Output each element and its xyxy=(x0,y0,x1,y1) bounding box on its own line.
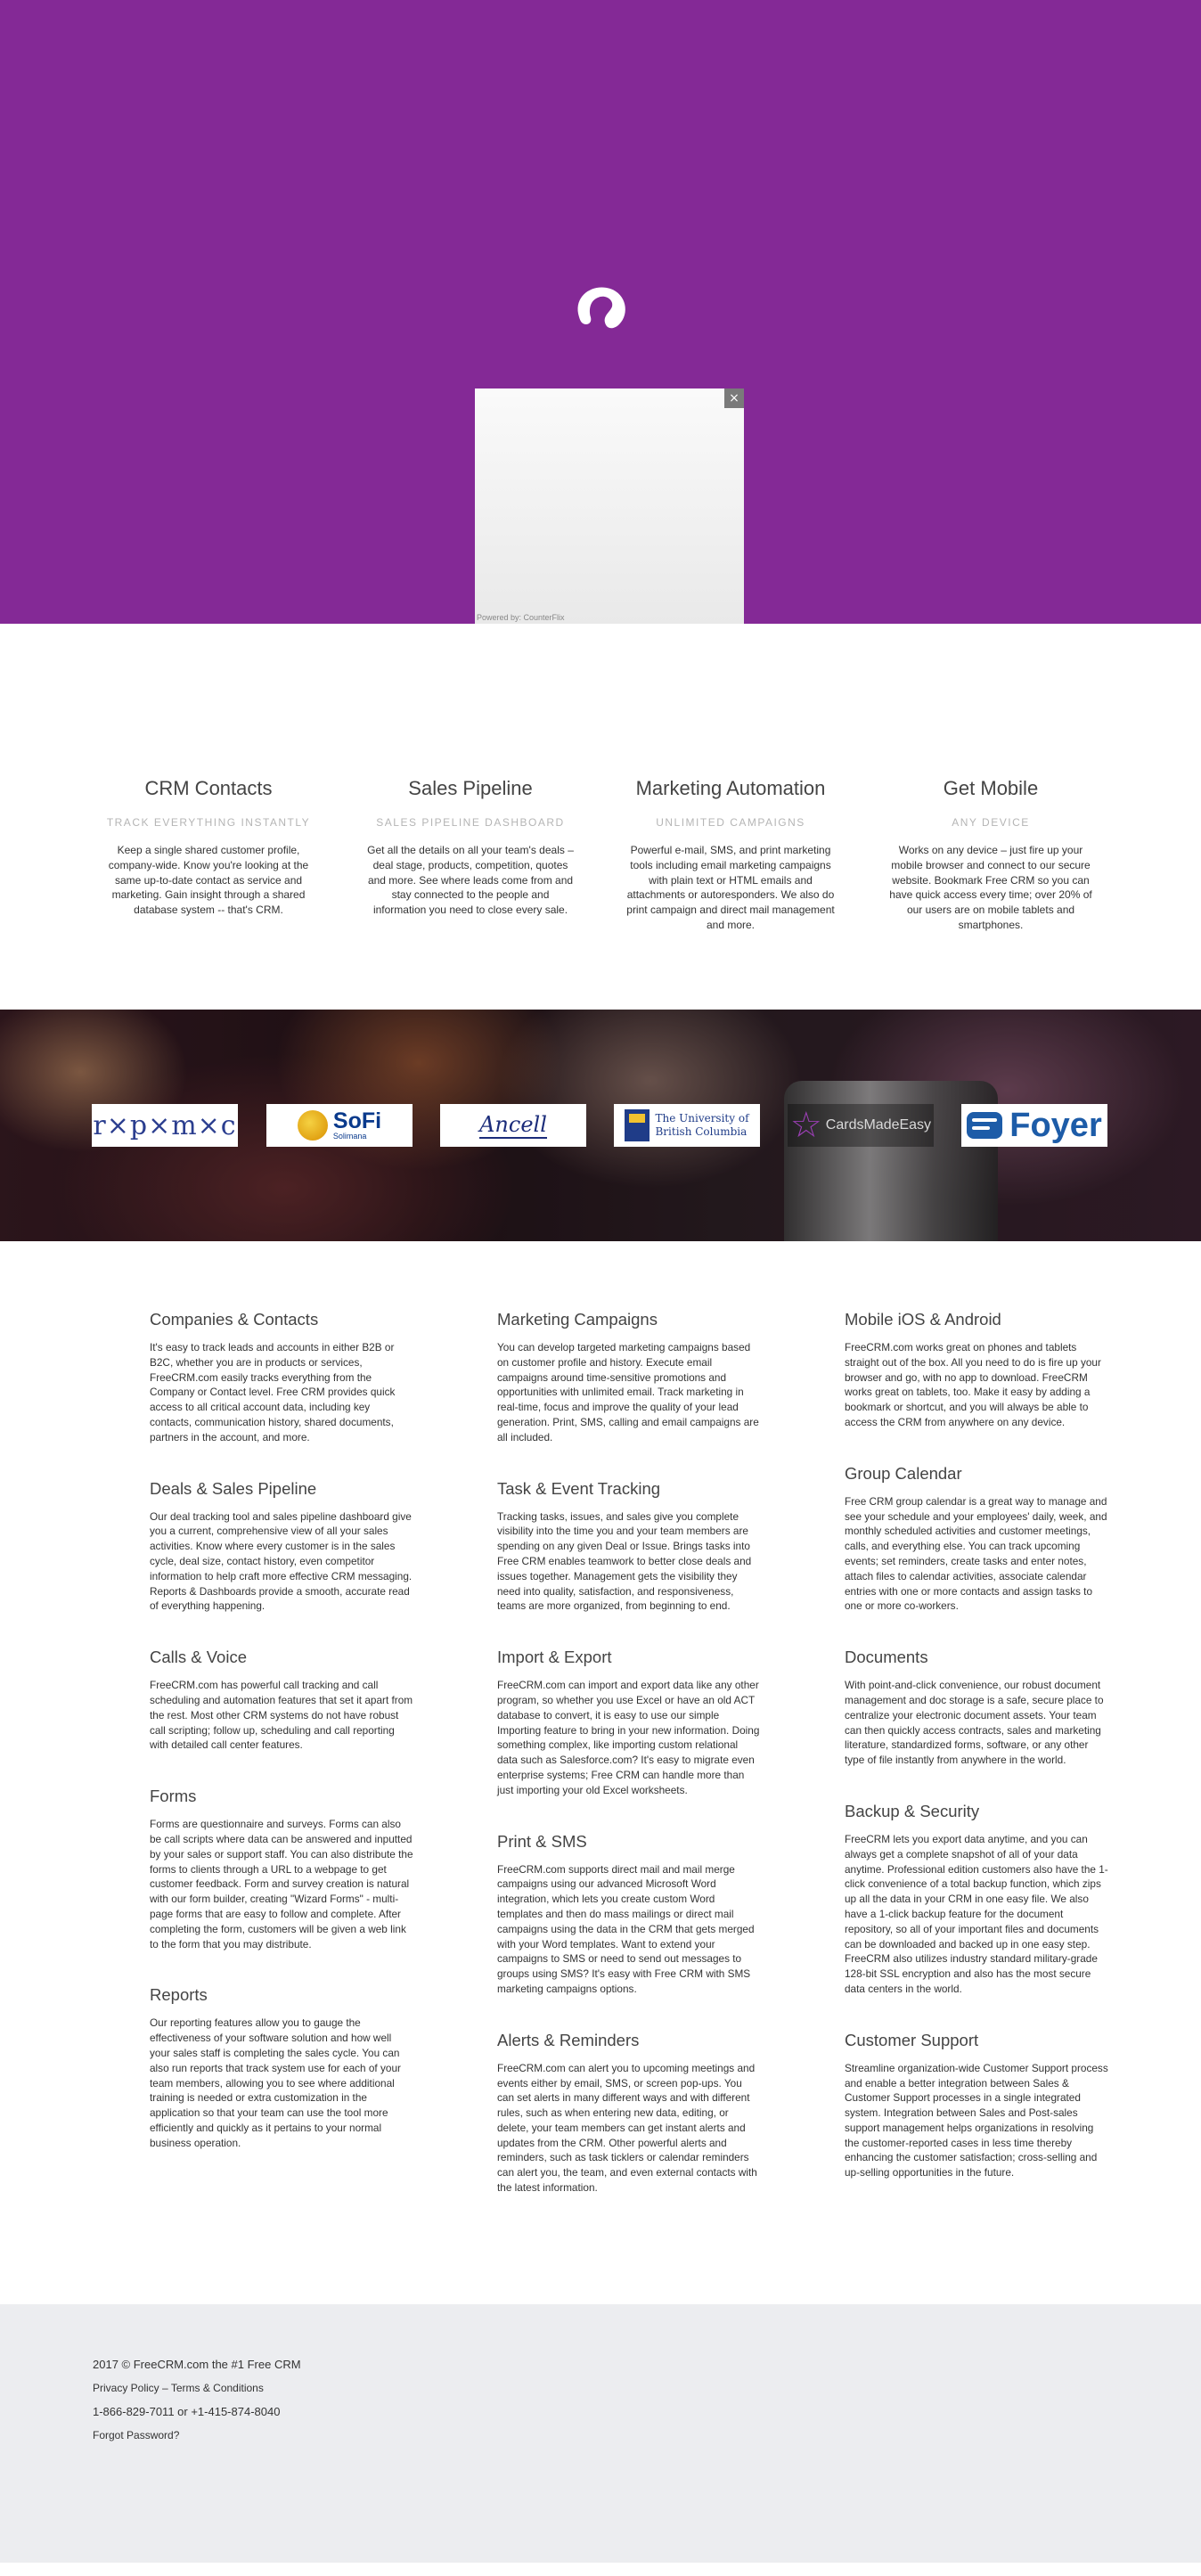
rpmc-wordmark: r×p×m×c xyxy=(93,1109,237,1141)
detail-text: FreeCRM.com has powerful call tracking a… xyxy=(150,1679,413,1752)
detail-text: It's easy to track leads and accounts in… xyxy=(150,1341,396,1443)
detail-text: FreeCRM.com can import and export data l… xyxy=(497,1679,760,1796)
popup-powered-by: Powered by: CounterFlix xyxy=(477,613,565,622)
ubc-crest-icon xyxy=(625,1109,650,1141)
detail-documents: Documents With point-and-click convenien… xyxy=(845,1646,1108,1768)
privacy-policy-link[interactable]: Privacy Policy xyxy=(93,2382,159,2394)
detail-text: Our reporting features allow you to gaug… xyxy=(150,2016,401,2149)
detail-title: Print & SMS xyxy=(497,1831,587,1851)
detail-text: FreeCRM.com works great on phones and ta… xyxy=(845,1341,1101,1428)
detail-import-export: Import & Export FreeCRM.com can import a… xyxy=(497,1646,761,1797)
feature-subtitle: UNLIMITED CAMPAIGNS xyxy=(656,816,805,829)
ubc-line-2: British Columbia xyxy=(655,1125,748,1138)
detail-group-calendar: Group Calendar Free CRM group calendar i… xyxy=(845,1462,1108,1614)
feature-subtitle: ANY DEVICE xyxy=(952,816,1030,829)
feature-text: Powerful e-mail, SMS, and print marketin… xyxy=(626,844,835,931)
feature-text: Works on any device – just fire up your … xyxy=(889,844,1092,931)
footer-legal-links: Privacy Policy – Terms & Conditions xyxy=(93,2382,264,2394)
details-column-1: Companies & Contacts It's easy to track … xyxy=(150,1308,413,2182)
detail-print-sms: Print & SMS FreeCRM.com supports direct … xyxy=(497,1830,761,1997)
client-logo-rpmc: r×p×m×c xyxy=(92,1104,238,1147)
detail-title: Group Calendar xyxy=(845,1463,962,1483)
detail-text: Streamline organization-wide Customer Su… xyxy=(845,2061,1108,2179)
detail-text: FreeCRM lets you export data anytime, an… xyxy=(845,1832,1108,1995)
feature-subtitle: TRACK EVERYTHING INSTANTLY xyxy=(106,816,311,829)
detail-alerts-reminders: Alerts & Reminders FreeCRM.com can alert… xyxy=(497,2029,761,2196)
footer-copyright: 2017 © FreeCRM.com the #1 Free CRM xyxy=(93,2358,301,2371)
detail-marketing-campaigns: Marketing Campaigns You can develop targ… xyxy=(497,1308,761,1445)
detail-deals-pipeline: Deals & Sales Pipeline Our deal tracking… xyxy=(150,1477,413,1615)
sofi-text: SoFi Solimana xyxy=(333,1110,381,1141)
detail-title: Task & Event Tracking xyxy=(497,1478,661,1498)
detail-text: With point-and-click convenience, our ro… xyxy=(845,1679,1104,1767)
ancell-wordmark: Ancell xyxy=(479,1112,547,1139)
detail-title: Marketing Campaigns xyxy=(497,1310,658,1329)
foyer-mark-icon xyxy=(967,1112,1003,1139)
feature-text: Keep a single shared customer profile, c… xyxy=(108,844,309,917)
detail-title: Companies & Contacts xyxy=(150,1310,319,1329)
feature-sales-pipeline: Sales Pipeline SALES PIPELINE DASHBOARD … xyxy=(359,775,582,918)
detail-text: Tracking tasks, issues, and sales give y… xyxy=(497,1509,752,1613)
detail-title: Alerts & Reminders xyxy=(497,2030,640,2049)
cards-wordmark: CardsMadeEasy xyxy=(825,1117,932,1133)
client-logo-foyer: Foyer xyxy=(961,1104,1107,1147)
sofi-sun-icon xyxy=(297,1110,328,1141)
client-logo-ubc: The University of British Columbia xyxy=(614,1104,760,1147)
detail-text: Our deal tracking tool and sales pipelin… xyxy=(150,1509,413,1613)
feature-text: Get all the details on all your team's d… xyxy=(367,844,574,917)
detail-companies-contacts: Companies & Contacts It's easy to track … xyxy=(150,1308,413,1445)
feature-subtitle: SALES PIPELINE DASHBOARD xyxy=(376,816,565,829)
feature-crm-contacts: CRM Contacts TRACK EVERYTHING INSTANTLY … xyxy=(97,775,320,918)
detail-title: Mobile iOS & Android xyxy=(845,1310,1001,1329)
feature-title: Sales Pipeline xyxy=(408,777,533,799)
feature-title: CRM Contacts xyxy=(144,777,273,799)
ubc-text: The University of British Columbia xyxy=(655,1112,748,1139)
detail-forms: Forms Forms are questionnaire and survey… xyxy=(150,1785,413,1951)
detail-title: Forms xyxy=(150,1787,197,1806)
detail-title: Reports xyxy=(150,1985,208,2005)
popup-close-button[interactable]: × xyxy=(724,388,744,408)
detail-title: Import & Export xyxy=(497,1648,612,1667)
feature-title: Get Mobile xyxy=(943,777,1039,799)
hero-banner: × Powered by: CounterFlix xyxy=(0,0,1201,624)
detail-text: Forms are questionnaire and surveys. For… xyxy=(150,1818,413,1950)
detail-mobile: Mobile iOS & Android FreeCRM.com works g… xyxy=(845,1308,1108,1430)
details-column-3: Mobile iOS & Android FreeCRM.com works g… xyxy=(845,1308,1108,2212)
detail-reports: Reports Our reporting features allow you… xyxy=(150,1983,413,2150)
detail-text: FreeCRM.com can alert you to upcoming me… xyxy=(497,2061,757,2195)
legal-separator: – xyxy=(159,2382,171,2394)
star-icon: ☆ xyxy=(789,1105,822,1146)
client-logo-ancell: Ancell xyxy=(440,1104,586,1147)
detail-title: Deals & Sales Pipeline xyxy=(150,1478,317,1498)
detail-text: FreeCRM.com supports direct mail and mai… xyxy=(497,1862,755,1995)
client-logo-cardsmadeeasy: ☆ CardsMadeEasy xyxy=(788,1104,934,1147)
popup-ad: × Powered by: CounterFlix xyxy=(475,388,744,624)
freecrm-swirl-icon[interactable] xyxy=(568,282,633,335)
detail-task-event: Task & Event Tracking Tracking tasks, is… xyxy=(497,1477,761,1615)
detail-title: Calls & Voice xyxy=(150,1648,247,1667)
ubc-line-1: The University of xyxy=(655,1112,749,1124)
foyer-wordmark: Foyer xyxy=(1009,1106,1102,1144)
client-logos-band: r×p×m×c SoFi Solimana Ancell The Univers… xyxy=(0,1010,1201,1241)
detail-text: Free CRM group calendar is a great way t… xyxy=(845,1494,1107,1613)
feature-title: Marketing Automation xyxy=(635,777,826,799)
detail-title: Documents xyxy=(845,1648,928,1667)
feature-get-mobile: Get Mobile ANY DEVICE Works on any devic… xyxy=(879,775,1102,933)
detail-calls-voice: Calls & Voice FreeCRM.com has powerful c… xyxy=(150,1646,413,1753)
sofi-name: SoFi xyxy=(332,1108,382,1133)
details-column-2: Marketing Campaigns You can develop targ… xyxy=(497,1308,761,2228)
detail-text: You can develop targeted marketing campa… xyxy=(497,1341,759,1443)
footer-phone: 1-866-829-7011 or +1-415-874-8040 xyxy=(93,2405,281,2418)
detail-title: Customer Support xyxy=(845,2030,979,2049)
detail-backup-security: Backup & Security FreeCRM lets you expor… xyxy=(845,1800,1108,1997)
feature-marketing-automation: Marketing Automation UNLIMITED CAMPAIGNS… xyxy=(619,775,842,933)
detail-customer-support: Customer Support Streamline organization… xyxy=(845,2029,1108,2180)
forgot-password-link[interactable]: Forgot Password? xyxy=(93,2429,179,2441)
terms-link[interactable]: Terms & Conditions xyxy=(171,2382,264,2394)
client-logo-sofi: SoFi Solimana xyxy=(266,1104,413,1147)
footer: 2017 © FreeCRM.com the #1 Free CRM Priva… xyxy=(0,2304,1201,2563)
detail-title: Backup & Security xyxy=(845,1801,980,1820)
